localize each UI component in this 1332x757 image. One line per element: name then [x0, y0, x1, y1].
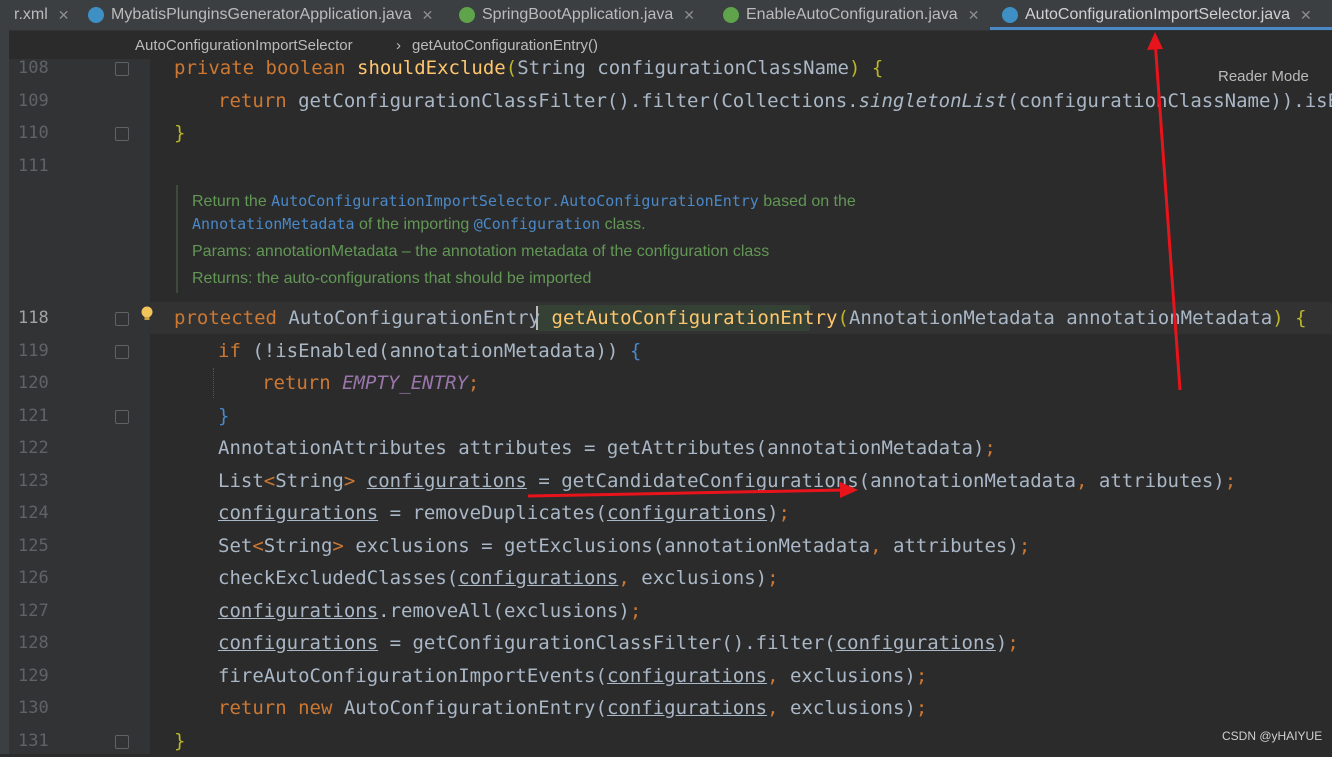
red-arrow-up [1153, 39, 1182, 391]
annotation-arrows [527, 32, 1182, 498]
red-arrow-right [527, 488, 846, 498]
arrow-head-icon [1147, 32, 1163, 50]
watermark: CSDN @yHAIYUE [1222, 729, 1323, 743]
arrow-head-icon [840, 482, 858, 498]
